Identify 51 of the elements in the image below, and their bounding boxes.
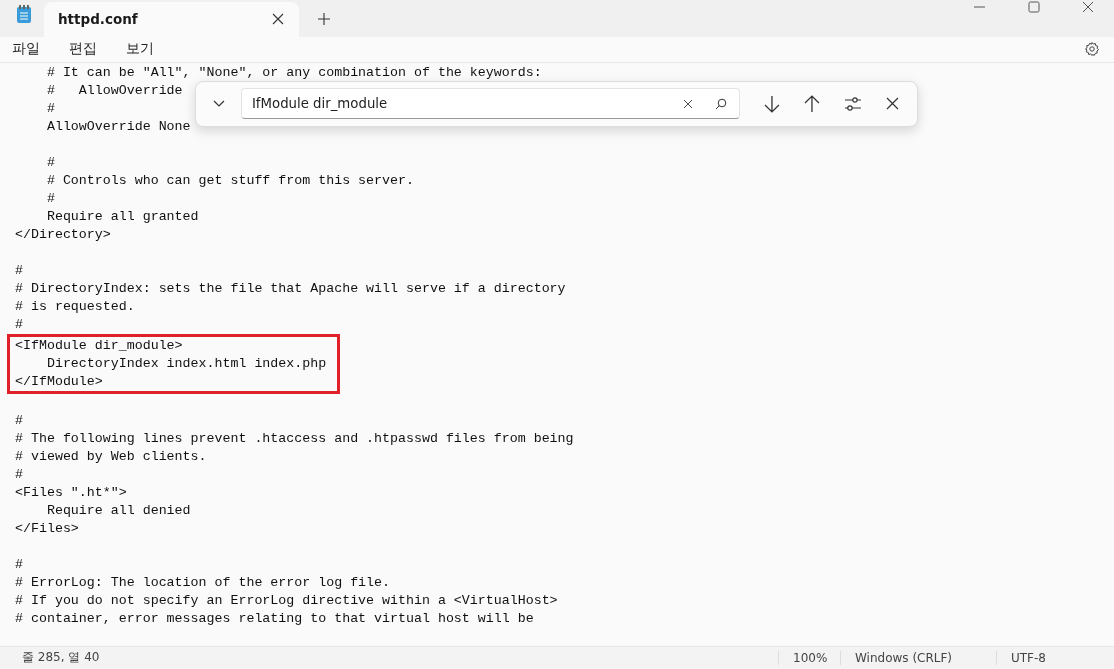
code-line: # (15, 555, 23, 574)
search-icon[interactable] (715, 97, 728, 110)
code-line: # It can be "All", "None", or any combination of the keywords: (45, 63, 542, 82)
code-line: # is requested. (15, 297, 135, 316)
notepad-icon (16, 3, 32, 24)
file-tab[interactable]: httpd.conf (44, 1, 299, 37)
menu-item[interactable]: 보기 (126, 40, 154, 59)
new-tab-icon[interactable] (318, 12, 330, 25)
code-line: # (15, 261, 23, 280)
code-line: <IfModule dir_module> (15, 336, 183, 355)
settings-icon[interactable] (1084, 41, 1100, 58)
code-line: # container, error messages relating to that virtual host will be (15, 609, 534, 628)
code-line: Require all granted (45, 207, 199, 226)
menu-item[interactable]: 편집 (69, 40, 97, 59)
search-field[interactable]: IfModule dir_module (240, 88, 741, 120)
code-line: </Files> (15, 519, 79, 538)
close-icon[interactable] (1082, 0, 1094, 13)
arrow-down-icon[interactable] (764, 94, 781, 113)
code-line: # viewed by Web clients. (15, 447, 207, 466)
code-line: # (45, 153, 55, 172)
maximize-icon[interactable] (1028, 0, 1040, 13)
code-line: # Controls who can get stuff from this server. (45, 171, 414, 190)
code-line: Require all denied (45, 501, 191, 520)
code-line: # ErrorLog: The location of the error log file. (15, 573, 391, 592)
code-line: # If you do not specify an ErrorLog directive within a <VirtualHost> (15, 591, 558, 610)
code-line: # (15, 411, 23, 430)
line-ending: Windows (CRLF) (840, 650, 996, 665)
close-icon[interactable] (886, 97, 899, 111)
tab-title: httpd.conf (58, 11, 138, 28)
arrow-up-icon[interactable] (804, 94, 821, 113)
code-line: <Files ".ht*"> (15, 483, 127, 502)
code-line: # DirectoryIndex: sets the file that Apache will serve if a directory (15, 279, 566, 298)
menu-item[interactable]: 파일 (12, 40, 40, 59)
chevron-down-icon[interactable] (213, 99, 225, 108)
options-icon[interactable] (844, 95, 863, 112)
code-line: # AllowOverride (45, 81, 183, 100)
code-line: # (45, 189, 55, 208)
code-line: </IfModule> (15, 372, 103, 391)
zoom-level: 100% (778, 650, 840, 665)
code-line: # (15, 315, 23, 334)
code-line: # (15, 465, 23, 484)
code-line: </Directory> (15, 225, 111, 244)
code-line: # (45, 99, 55, 118)
code-line: # The following lines prevent .htaccess and .htpasswd files from being (15, 429, 574, 448)
close-icon[interactable] (272, 13, 284, 26)
cursor-position: 줄 285, 열 40 (21, 649, 101, 667)
encoding: UTF-8 (996, 650, 1114, 665)
code-line: AllowOverride None (45, 117, 191, 136)
clear-icon[interactable] (683, 98, 694, 109)
search-input[interactable]: IfModule dir_module (251, 96, 662, 112)
code-line: DirectoryIndex index.html index.php (45, 354, 327, 373)
